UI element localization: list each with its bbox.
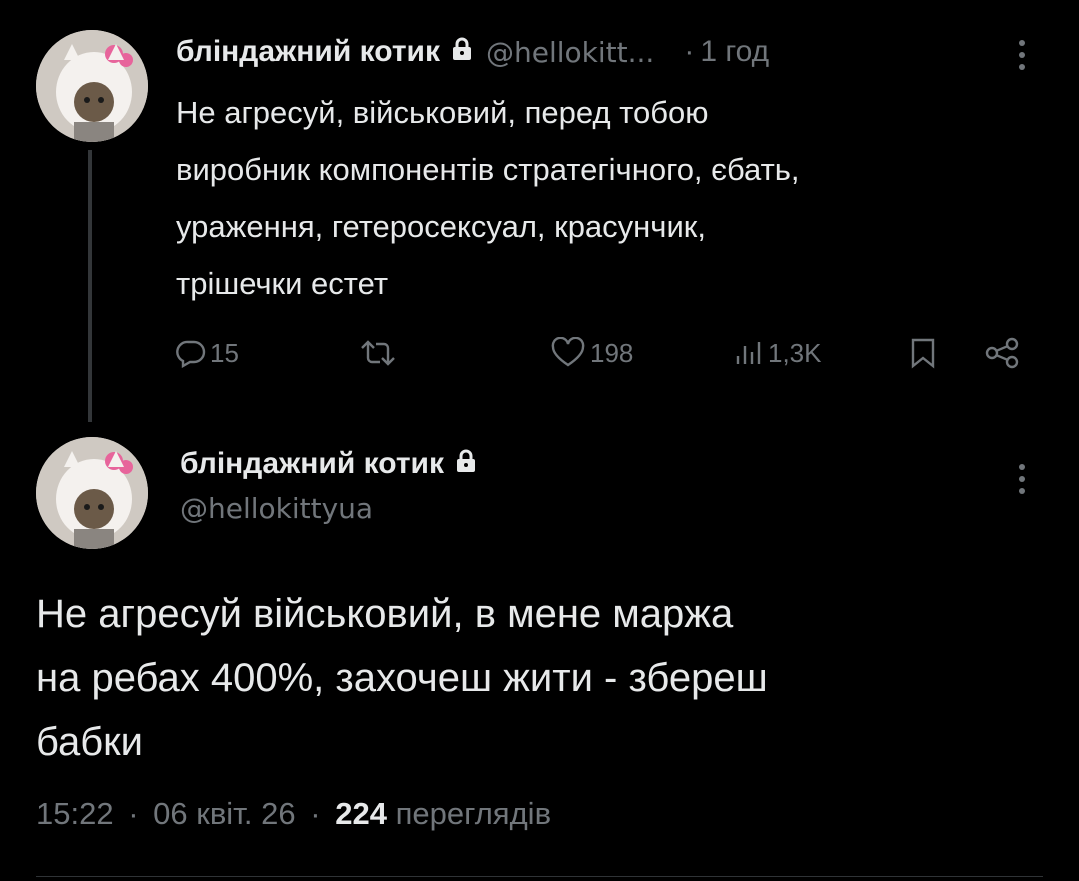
tweet2-handle[interactable]: @hellokittyua: [180, 492, 373, 525]
heart-icon: [551, 337, 585, 367]
share-button[interactable]: [984, 333, 1020, 373]
views-count: 1,3K: [768, 337, 822, 368]
tweet2-display-name[interactable]: бліндажний котик: [180, 447, 444, 481]
more-vertical-icon[interactable]: [1016, 40, 1028, 76]
tweet1-display-name[interactable]: бліндажний котик: [176, 35, 440, 69]
share-icon: [985, 337, 1019, 369]
avatar-image: [36, 30, 148, 142]
lock-icon: [456, 447, 476, 481]
avatar[interactable]: [36, 437, 148, 549]
tweet1-line: Не агресуй, військовий, перед тобою: [176, 95, 709, 130]
thread-connector-line: [88, 150, 92, 422]
tweet2-views-count: 224: [335, 796, 387, 831]
tweet2-line: на ребах 400%, захочеш жити - збереш: [36, 656, 768, 700]
meta-separator: ·: [310, 796, 321, 831]
tweet1-handle[interactable]: @hellokitt...: [486, 36, 654, 69]
like-button[interactable]: 198: [550, 333, 633, 373]
tweet1-time[interactable]: 1 год: [700, 35, 769, 69]
retweet-icon: [361, 340, 395, 366]
tweet2-date[interactable]: 06 квіт. 26: [153, 796, 295, 831]
like-count: 198: [590, 337, 634, 368]
tweet2-line: Не агресуй військовий, в мене маржа: [36, 592, 734, 636]
tweet1-line: трішечки естет: [176, 266, 389, 301]
tweet1-text: Не агресуй, військовий, перед тобою виро…: [176, 84, 800, 312]
avatar-image: [36, 437, 148, 549]
tweet1-header: бліндажний котик @hellokitt... · 1 год: [176, 30, 769, 74]
tweet2-header: бліндажний котик: [180, 442, 476, 486]
tweet2-time[interactable]: 15:22: [36, 796, 114, 831]
reply-button[interactable]: 15: [176, 333, 239, 373]
tweet1-line: виробник компонентів стратегічного, єбат…: [176, 152, 800, 187]
views-chart-icon: [736, 342, 761, 364]
reply-count: 15: [210, 337, 239, 368]
divider: [36, 876, 1043, 877]
bookmark-icon: [911, 338, 935, 369]
tweet2-line: бабки: [36, 720, 143, 764]
meta-separator: ·: [128, 796, 139, 831]
tweet1-separator: ·: [684, 35, 695, 68]
tweet2-views-label: переглядів: [395, 796, 552, 831]
lock-icon: [452, 35, 472, 69]
views-button[interactable]: 1,3K: [734, 333, 822, 373]
avatar[interactable]: [36, 30, 148, 142]
reply-icon: [176, 340, 206, 368]
tweet1-line: ураження, гетеросексуал, красунчик,: [176, 209, 706, 244]
retweet-button[interactable]: [358, 333, 398, 373]
more-vertical-icon[interactable]: [1016, 464, 1028, 500]
tweet2-text: Не агресуй військовий, в мене маржа на р…: [36, 582, 768, 774]
tweet2-meta: 15:22 · 06 квіт. 26 · 224 переглядів: [36, 796, 551, 832]
bookmark-button[interactable]: [910, 333, 936, 373]
